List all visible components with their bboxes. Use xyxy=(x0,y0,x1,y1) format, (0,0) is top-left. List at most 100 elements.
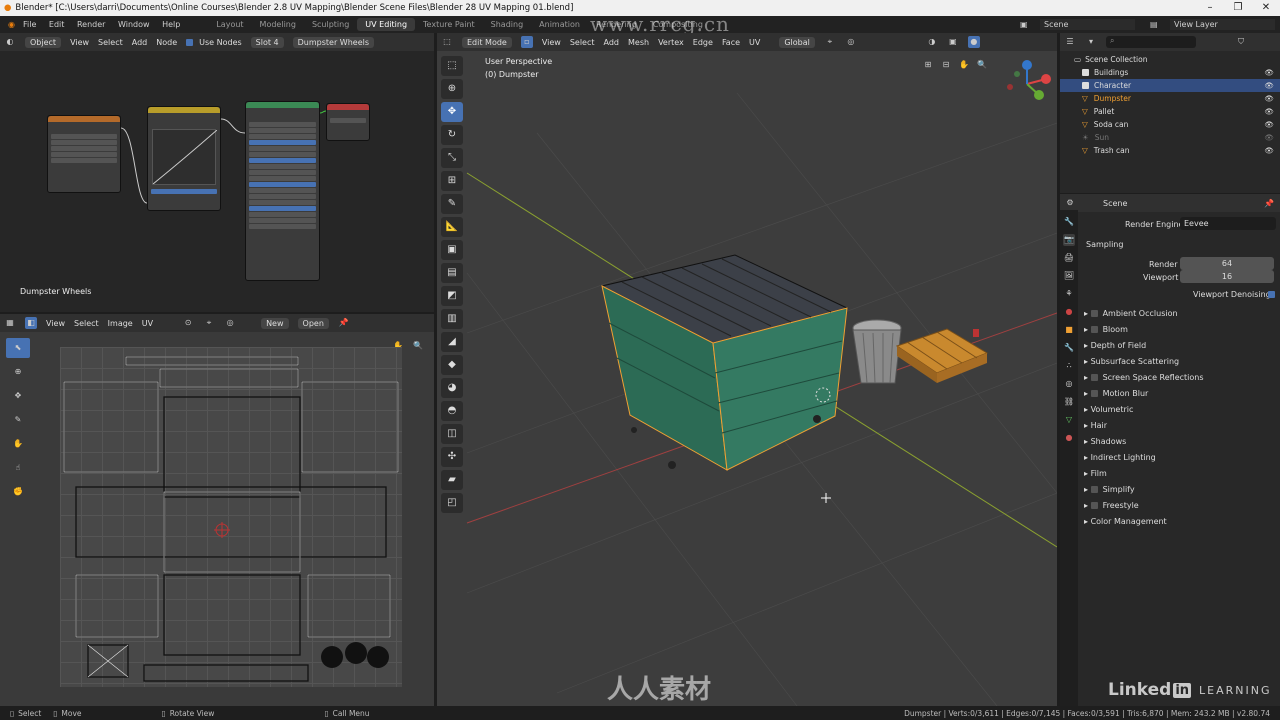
curve-widget[interactable] xyxy=(152,129,218,185)
section-simplify[interactable]: ▸ Simplify xyxy=(1084,485,1135,494)
viewport-samples-field[interactable]: 16 xyxy=(1180,270,1274,283)
loop-cut-tool-icon[interactable]: ▥ xyxy=(441,309,463,329)
editor-type-icon[interactable]: ◐ xyxy=(4,36,16,48)
node-menu-add[interactable]: Add xyxy=(132,38,148,47)
3d-viewport[interactable]: ⬚ Edit Mode ▫ View Select Add Mesh Verte… xyxy=(437,33,1057,706)
menu-window[interactable]: Window xyxy=(118,20,150,29)
section-freestyle[interactable]: ▸ Freestyle xyxy=(1084,501,1139,510)
proportional-icon[interactable]: ◎ xyxy=(224,317,236,329)
uv-menu-image[interactable]: Image xyxy=(108,319,133,328)
data-tab-icon[interactable]: ▽ xyxy=(1063,414,1075,426)
snap-icon[interactable]: ⌖ xyxy=(203,317,215,329)
tab-animation[interactable]: Animation xyxy=(531,18,588,31)
outliner-row-character[interactable]: Character 👁 xyxy=(1060,79,1280,92)
section-depth-of-field[interactable]: ▸ Depth of Field xyxy=(1084,341,1146,350)
scene-selector[interactable]: Scene xyxy=(1040,19,1135,30)
pivot-icon[interactable]: ⊙ xyxy=(182,317,194,329)
menu-render[interactable]: Render xyxy=(77,20,105,29)
tab-texture-paint[interactable]: Texture Paint xyxy=(415,18,483,31)
outliner-row-trash-can[interactable]: ▽ Trash can 👁 xyxy=(1060,144,1280,157)
outliner-search[interactable]: ⌕ xyxy=(1106,36,1196,48)
eye-icon[interactable]: 👁 xyxy=(1264,146,1274,155)
uv-zoom-icon[interactable]: 🔍 xyxy=(412,340,424,352)
annotate-tool-icon[interactable]: ✎ xyxy=(441,194,463,214)
edge-slide-tool-icon[interactable]: ◫ xyxy=(441,424,463,444)
physics-tab-icon[interactable]: ◎ xyxy=(1063,378,1075,390)
panel-checkbox[interactable] xyxy=(1090,374,1098,381)
uv-pinch-tool-icon[interactable]: ✊ xyxy=(6,482,30,502)
measure-tool-icon[interactable]: 📐 xyxy=(441,217,463,237)
viewport-denoising-checkbox[interactable] xyxy=(1268,291,1275,298)
outliner-display-icon[interactable]: ▾ xyxy=(1085,36,1097,48)
view-layer-tab-icon[interactable]: 🖼 xyxy=(1063,270,1075,282)
uv-editor-type-icon[interactable]: ▦ xyxy=(4,317,16,329)
cursor-tool-icon[interactable]: ⊕ xyxy=(441,79,463,99)
section-bloom[interactable]: ▸ Bloom xyxy=(1084,325,1128,334)
eye-icon[interactable]: 👁 xyxy=(1264,133,1274,142)
section-film[interactable]: ▸ Film xyxy=(1084,469,1107,478)
section-indirect-lighting[interactable]: ▸ Indirect Lighting xyxy=(1084,453,1156,462)
menu-help[interactable]: Help xyxy=(162,20,180,29)
menu-file[interactable]: File xyxy=(23,20,36,29)
render-tab-icon[interactable]: 📷 xyxy=(1063,234,1075,246)
output-tab-icon[interactable]: 🖨 xyxy=(1063,252,1075,264)
uv-menu-uv[interactable]: UV xyxy=(142,319,153,328)
uv-select-tool-icon[interactable]: ⬉ xyxy=(6,338,30,358)
uv-transform-tool-icon[interactable]: ✥ xyxy=(6,386,30,406)
move-tool-icon[interactable]: ✥ xyxy=(441,102,463,122)
uv-new-button[interactable]: New xyxy=(261,317,289,329)
outliner-row-sun[interactable]: ☀ Sun 👁 xyxy=(1060,131,1280,144)
extrude-tool-icon[interactable]: ▣ xyxy=(441,240,463,260)
object-tab-icon[interactable]: ■ xyxy=(1063,324,1075,336)
render-samples-field[interactable]: 64 xyxy=(1180,257,1274,270)
section-color-management[interactable]: ▸ Color Management xyxy=(1084,517,1167,526)
object-mode-dropdown[interactable]: Object xyxy=(25,36,62,48)
view-layer-selector[interactable]: View Layer xyxy=(1170,19,1275,30)
node-menu-select[interactable]: Select xyxy=(98,38,123,47)
uv-relax-tool-icon[interactable]: ☝ xyxy=(6,458,30,478)
section-hair[interactable]: ▸ Hair xyxy=(1084,421,1107,430)
scene-tab-icon[interactable]: ⚘ xyxy=(1063,288,1075,300)
slot-dropdown[interactable]: Slot 4 xyxy=(250,36,284,48)
outliner-row-buildings[interactable]: Buildings 👁 xyxy=(1060,66,1280,79)
constraints-tab-icon[interactable]: ⛓ xyxy=(1063,396,1075,408)
menu-edit[interactable]: Edit xyxy=(49,20,65,29)
uv-annotate-tool-icon[interactable]: ✎ xyxy=(6,410,30,430)
minimize-icon[interactable]: – xyxy=(1196,0,1224,16)
inset-tool-icon[interactable]: ▤ xyxy=(441,263,463,283)
panel-checkbox[interactable] xyxy=(1090,390,1098,397)
spin-tool-icon[interactable]: ◕ xyxy=(441,378,463,398)
panel-checkbox[interactable] xyxy=(1090,310,1098,317)
bevel-tool-icon[interactable]: ◩ xyxy=(441,286,463,306)
tab-sculpting[interactable]: Sculpting xyxy=(304,18,357,31)
section-shadows[interactable]: ▸ Shadows xyxy=(1084,437,1126,446)
render-engine-dropdown[interactable]: Eevee xyxy=(1180,217,1276,230)
select-box-tool-icon[interactable]: ⬚ xyxy=(441,56,463,76)
tab-layout[interactable]: Layout xyxy=(208,18,251,31)
uv-menu-view[interactable]: View xyxy=(46,319,65,328)
tab-uv-editing[interactable]: UV Editing xyxy=(357,18,416,31)
pin-icon[interactable]: 📌 xyxy=(1264,199,1274,208)
tool-tab-icon[interactable]: 🔧 xyxy=(1063,216,1075,228)
checkbox-icon[interactable] xyxy=(1082,69,1089,76)
scale-tool-icon[interactable]: ⤡ xyxy=(441,148,463,168)
maximize-icon[interactable]: ❐ xyxy=(1224,0,1252,16)
rotate-tool-icon[interactable]: ↻ xyxy=(441,125,463,145)
uv-grab-tool-icon[interactable]: ✋ xyxy=(6,434,30,454)
outliner-row-soda-can[interactable]: ▽ Soda can 👁 xyxy=(1060,118,1280,131)
particles-tab-icon[interactable]: ∴ xyxy=(1063,360,1075,372)
properties-type-icon[interactable]: ⚙ xyxy=(1064,197,1076,209)
section-screen-space-reflections[interactable]: ▸ Screen Space Reflections xyxy=(1084,373,1204,382)
uv-menu-select[interactable]: Select xyxy=(74,319,99,328)
principled-bsdf-node[interactable] xyxy=(245,101,320,281)
uv-select-mode-icon[interactable]: ◧ xyxy=(25,317,37,329)
modifier-tab-icon[interactable]: 🔧 xyxy=(1063,342,1075,354)
uv-cursor-tool-icon[interactable]: ⊕ xyxy=(6,362,30,382)
eye-icon[interactable]: 👁 xyxy=(1264,81,1274,90)
smooth-tool-icon[interactable]: ◓ xyxy=(441,401,463,421)
rip-tool-icon[interactable]: ◰ xyxy=(441,493,463,513)
tab-modeling[interactable]: Modeling xyxy=(252,18,304,31)
view-layer-icon[interactable]: ▤ xyxy=(1150,20,1158,29)
shrink-fatten-tool-icon[interactable]: ✣ xyxy=(441,447,463,467)
blender-menu-icon[interactable]: ◉ xyxy=(8,20,15,29)
